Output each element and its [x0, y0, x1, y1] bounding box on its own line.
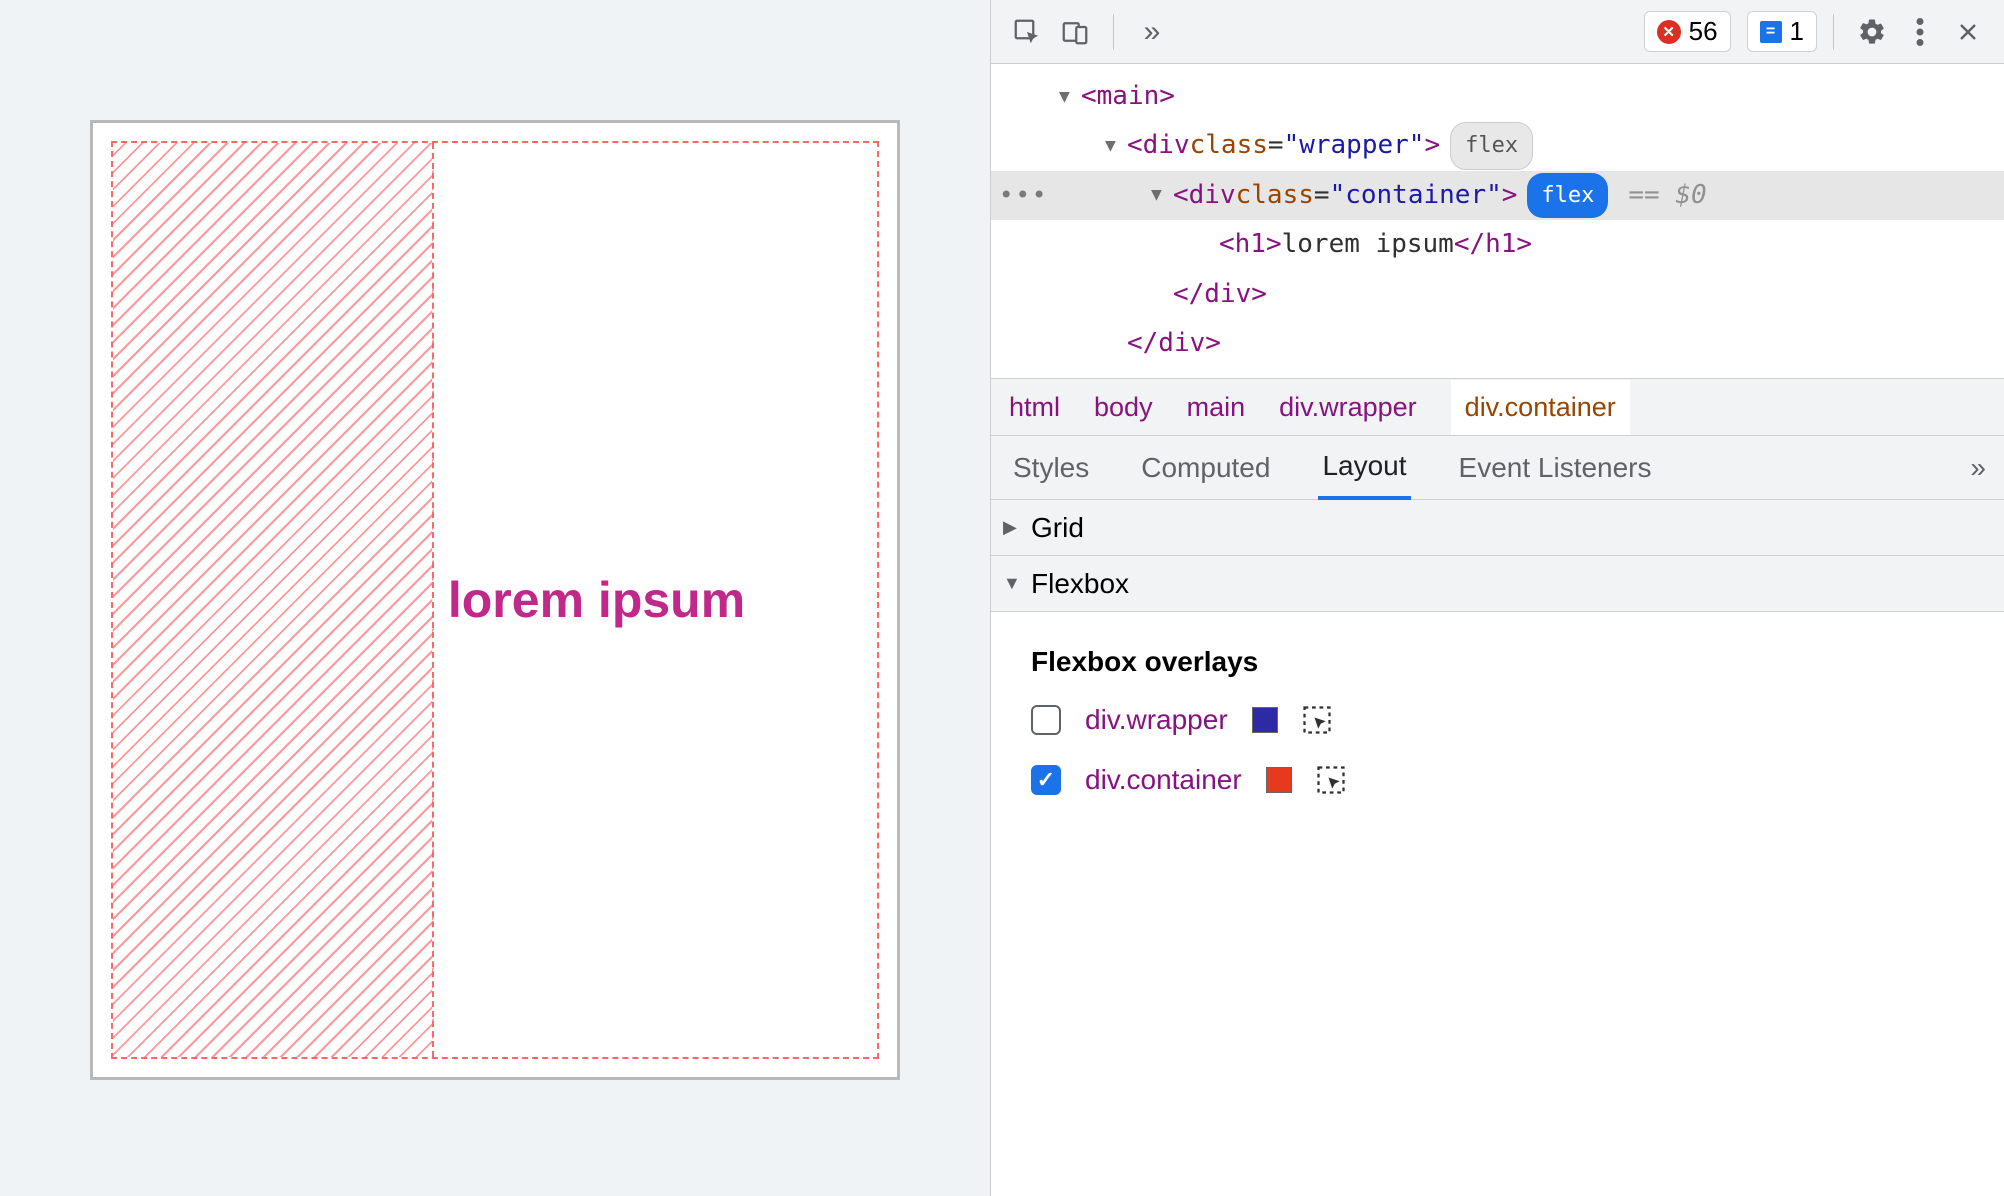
breadcrumb-item-active[interactable]: div.container [1451, 380, 1630, 435]
device-toggle-icon[interactable] [1053, 10, 1097, 54]
breadcrumb-item[interactable]: html [1009, 392, 1060, 423]
overlays-heading: Flexbox overlays [1031, 646, 1964, 678]
breadcrumb-item[interactable]: body [1094, 392, 1153, 423]
expand-arrow-icon[interactable]: ▼ [1105, 129, 1127, 163]
overlay-pattern-icon[interactable] [1302, 705, 1332, 735]
sidebar-subtabs: Styles Computed Layout Event Listeners » [991, 436, 2004, 500]
dom-breadcrumb: html body main div.wrapper div.container [991, 378, 2004, 436]
overlay-label[interactable]: div.container [1085, 764, 1242, 796]
overlay-row-container: div.container [1031, 764, 1964, 796]
tab-styles[interactable]: Styles [1009, 438, 1093, 498]
close-icon[interactable] [1946, 10, 1990, 54]
dom-node-wrapper[interactable]: ▼ <div class="wrapper"> flex [991, 121, 2004, 170]
more-tabs-icon[interactable]: » [1970, 452, 1986, 484]
devtools-toolbar: » 56 1 [991, 0, 2004, 64]
dom-tag-close: </div> [1173, 270, 1267, 319]
dom-tag-close: > [1424, 121, 1440, 170]
overlay-checkbox[interactable] [1031, 705, 1061, 735]
breadcrumb-item[interactable]: div.wrapper [1279, 392, 1417, 423]
flex-badge-active[interactable]: flex [1527, 173, 1608, 219]
dom-node-h1[interactable]: <h1>lorem ipsum</h1> [991, 220, 2004, 269]
dom-node-container[interactable]: ••• ▼ <div class="container"> flex == $0 [991, 171, 2004, 220]
console-ref: == $0 [1628, 171, 1706, 220]
dom-text: lorem ipsum [1282, 220, 1454, 269]
tab-layout[interactable]: Layout [1318, 436, 1410, 500]
more-tabs-icon[interactable]: » [1130, 10, 1174, 54]
flexbox-overlays-panel: Flexbox overlays div.wrapper div.contain… [991, 612, 2004, 858]
expand-arrow-icon[interactable]: ▼ [1059, 80, 1081, 114]
flex-badge[interactable]: flex [1450, 122, 1533, 170]
flex-item-content: lorem ipsum [434, 143, 877, 1057]
expand-arrow-icon: ▼ [1003, 573, 1023, 594]
section-title: Grid [1031, 512, 1084, 544]
dom-attr-value: "container" [1330, 171, 1502, 220]
tab-computed[interactable]: Computed [1137, 438, 1274, 498]
dom-tag: <main> [1081, 72, 1175, 121]
inspect-element-icon[interactable] [1005, 10, 1049, 54]
dom-tag-close: > [1502, 171, 1518, 220]
selected-dots-icon: ••• [999, 173, 1048, 219]
error-icon [1657, 20, 1681, 44]
dom-tag-open: <div [1127, 121, 1190, 170]
kebab-menu-icon[interactable] [1898, 10, 1942, 54]
dom-node-close[interactable]: </div> [991, 270, 2004, 319]
tab-event-listeners[interactable]: Event Listeners [1455, 438, 1656, 498]
overlay-checkbox-checked[interactable] [1031, 765, 1061, 795]
dom-attr-name: class [1236, 171, 1314, 220]
dom-tag-open: <h1> [1219, 220, 1282, 269]
elements-dom-tree[interactable]: ▼ <main> ▼ <div class="wrapper"> flex ••… [991, 64, 2004, 378]
color-swatch[interactable] [1252, 707, 1278, 733]
dom-node-close[interactable]: </div> [991, 319, 2004, 368]
overlay-row-wrapper: div.wrapper [1031, 704, 1964, 736]
toolbar-divider [1833, 14, 1834, 50]
page-viewport: lorem ipsum [0, 0, 990, 1196]
flex-item-hatched [113, 143, 434, 1057]
toolbar-divider [1113, 14, 1114, 50]
flexbox-overlay: lorem ipsum [111, 141, 879, 1059]
section-title: Flexbox [1031, 568, 1129, 600]
overlay-pattern-icon[interactable] [1316, 765, 1346, 795]
overlay-label[interactable]: div.wrapper [1085, 704, 1228, 736]
collapse-arrow-icon: ▶ [1003, 517, 1023, 538]
errors-count: 56 [1689, 16, 1718, 47]
section-flexbox[interactable]: ▼ Flexbox [991, 556, 2004, 612]
issues-count: 1 [1790, 16, 1804, 47]
errors-badge[interactable]: 56 [1644, 11, 1731, 52]
expand-arrow-icon[interactable]: ▼ [1151, 178, 1173, 212]
issues-badge[interactable]: 1 [1747, 11, 1817, 52]
page-heading: lorem ipsum [448, 571, 745, 629]
dom-attr-name: class [1190, 121, 1268, 170]
dom-tag-open: <div [1173, 171, 1236, 220]
breadcrumb-item[interactable]: main [1187, 392, 1246, 423]
settings-icon[interactable] [1850, 10, 1894, 54]
page-box: lorem ipsum [90, 120, 900, 1080]
devtools-panel: » 56 1 ▼ <mai [990, 0, 2004, 1196]
dom-attr-value: "wrapper" [1284, 121, 1425, 170]
issue-icon [1760, 21, 1782, 43]
dom-tag-close: </div> [1127, 319, 1221, 368]
section-grid[interactable]: ▶ Grid [991, 500, 2004, 556]
dom-node-main[interactable]: ▼ <main> [991, 72, 2004, 121]
color-swatch[interactable] [1266, 767, 1292, 793]
dom-tag-close: </h1> [1454, 220, 1532, 269]
